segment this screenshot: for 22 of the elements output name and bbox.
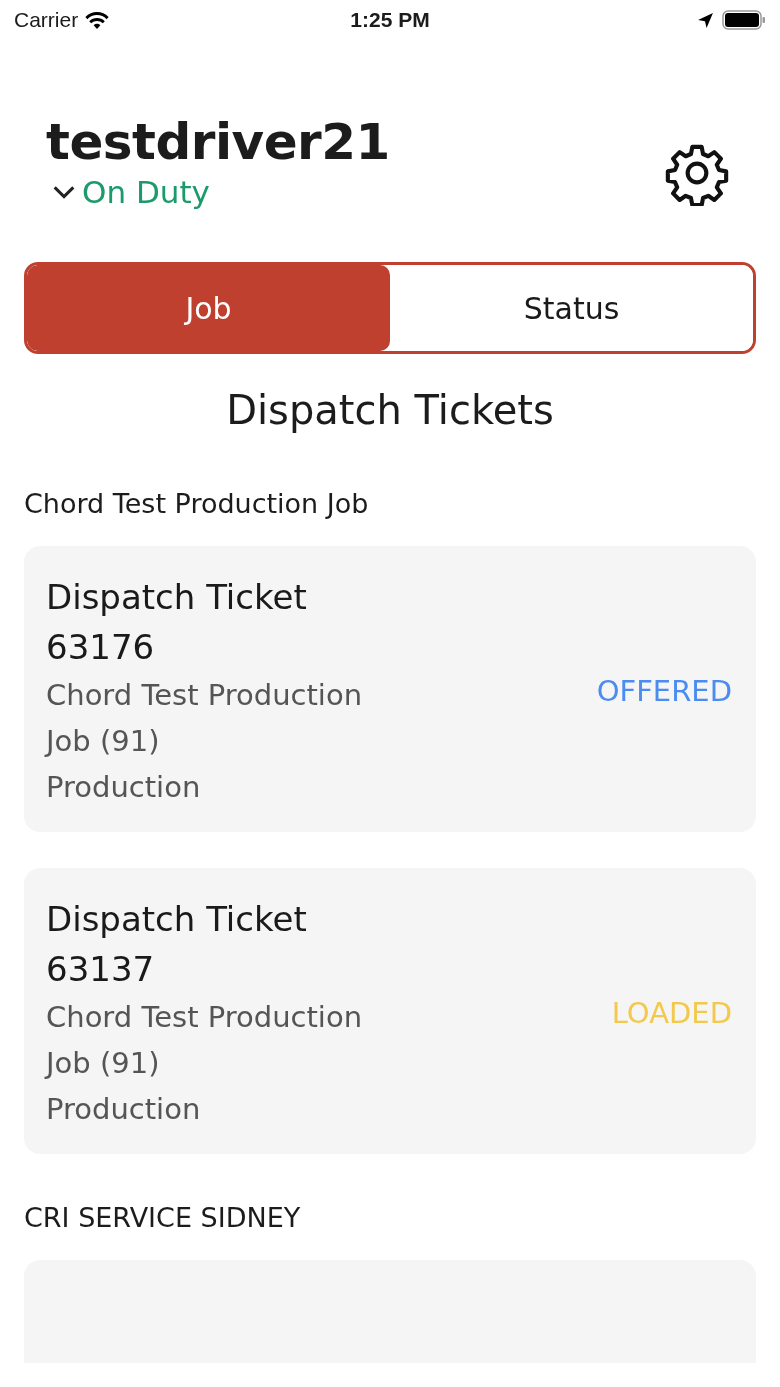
ticket-title: Dispatch Ticket 63176 — [46, 576, 308, 669]
ticket-job: Chord Test Production Job (91) — [46, 677, 364, 760]
ticket-type: Production — [46, 769, 202, 806]
duty-status-dropdown[interactable]: On Duty — [46, 174, 210, 210]
username: testdriver21 — [46, 112, 390, 173]
ticket-status: OFFERED — [596, 674, 732, 708]
ticket-title: Dispatch Ticket 63137 — [46, 898, 308, 991]
chevron-down-icon — [52, 185, 76, 199]
wifi-icon — [84, 10, 111, 30]
page-title: Dispatch Tickets — [225, 386, 555, 435]
ticket-type: Production — [46, 1091, 202, 1128]
carrier-name: Carrier — [14, 8, 79, 32]
ticket-job: Chord Test Production Job (91) — [46, 999, 364, 1082]
ticket-status: LOADED — [611, 996, 732, 1030]
location-arrow-icon — [697, 11, 714, 29]
battery-icon — [722, 10, 766, 30]
ticket-card[interactable]: Dispatch Ticket 63176 Chord Test Production Job (91) Production OFFERED — [24, 546, 756, 832]
group-heading: CRI SERVICE SIDNEY — [24, 1201, 302, 1235]
group-heading: Chord Test Production Job — [24, 487, 370, 521]
segment-tab[interactable]: Job — [27, 265, 390, 351]
ticket-card[interactable]: Dispatch Ticket 63137 Chord Test Production Job (91) Production LOADED — [24, 868, 756, 1154]
clock-time: 1:25 PM — [349, 8, 431, 32]
